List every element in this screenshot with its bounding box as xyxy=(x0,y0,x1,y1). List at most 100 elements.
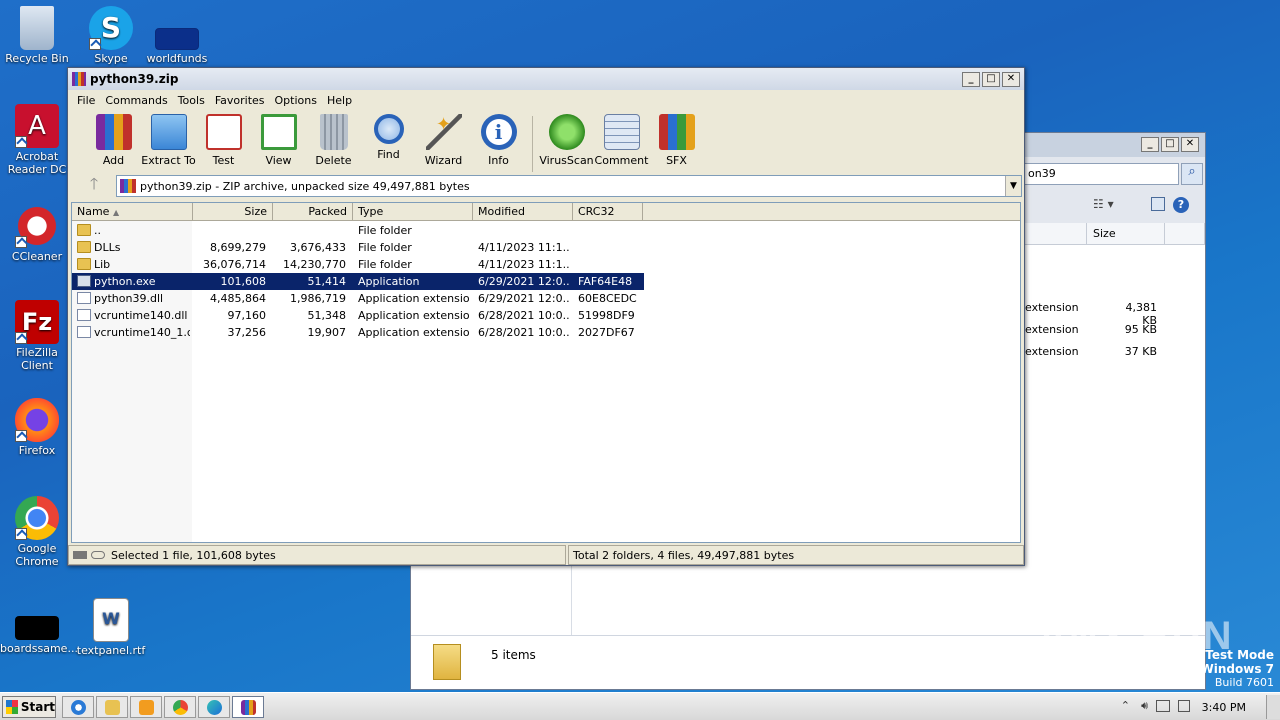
cell-name: python39.dll xyxy=(94,292,164,305)
table-row[interactable]: vcruntime140.dll 97,160 51,348 Application … xyxy=(72,307,644,324)
column-header-extra[interactable] xyxy=(1165,223,1205,245)
cell-size: 8,699,279 xyxy=(210,241,266,254)
menu-tools[interactable]: Tools xyxy=(173,94,210,107)
list-header: Name ▲ Size Packed Type Modified CRC32 xyxy=(72,203,1020,221)
folder-icon xyxy=(77,224,91,236)
close-button[interactable]: ✕ xyxy=(1002,71,1020,87)
delete-button[interactable]: Delete xyxy=(306,112,361,167)
desktop-icon-boardssame[interactable]: boardssame... xyxy=(0,598,78,655)
taskbar-ie[interactable] xyxy=(62,696,94,718)
menu-commands[interactable]: Commands xyxy=(100,94,172,107)
taskbar-winrar[interactable] xyxy=(232,696,264,718)
add-button[interactable]: Add xyxy=(86,112,141,167)
window-title: python39.zip xyxy=(90,72,179,86)
close-button[interactable]: ✕ xyxy=(1181,137,1199,152)
table-row[interactable]: Lib 36,076,714 14,230,770 File folder 4/11/2… xyxy=(72,256,644,273)
menu-options[interactable]: Options xyxy=(270,94,322,107)
sfx-button[interactable]: SFX xyxy=(649,112,704,167)
table-row[interactable]: vcruntime140_1.dll 37,256 19,907 Applicatio… xyxy=(72,324,644,341)
menu-file[interactable]: File xyxy=(72,94,100,107)
desktop-icon-worldfunds[interactable]: worldfunds xyxy=(140,6,214,65)
file-list[interactable]: Name ▲ Size Packed Type Modified CRC32 .… xyxy=(71,202,1021,543)
desktop-icon-chrome[interactable]: Google Chrome xyxy=(0,496,74,568)
column-header-packed[interactable]: Packed xyxy=(273,203,353,221)
recycle-bin-icon xyxy=(20,6,54,50)
cell-name: vcruntime140_1.dll xyxy=(94,326,190,339)
key-icon xyxy=(91,551,105,559)
taskbar-edge[interactable] xyxy=(198,696,230,718)
maximize-button[interactable]: □ xyxy=(1161,137,1179,152)
folder-icon xyxy=(105,700,120,715)
cell-modified: 6/28/2021 10:0... xyxy=(478,309,570,322)
table-row[interactable]: python39.dll 4,485,864 1,986,719 Applicatio… xyxy=(72,290,644,307)
winrar-window[interactable]: python39.zip _ □ ✕ File Commands Tools F… xyxy=(67,67,1025,566)
column-header-name[interactable]: Name ▲ xyxy=(72,203,193,221)
sort-asc-icon: ▲ xyxy=(112,208,120,217)
folder-icon xyxy=(77,258,91,270)
desktop-icon-ccleaner[interactable]: CCleaner xyxy=(0,204,74,263)
drive-icon xyxy=(73,551,87,559)
virusscan-button[interactable]: VirusScan xyxy=(539,112,594,167)
menu-favorites[interactable]: Favorites xyxy=(210,94,270,107)
cell-modified: 4/11/2023 11:1... xyxy=(478,241,570,254)
column-header-modified[interactable]: Modified xyxy=(473,203,573,221)
test-button[interactable]: Test xyxy=(196,112,251,167)
desktop-icon-acrobat[interactable]: A Acrobat Reader DC xyxy=(0,104,74,176)
tray-expand-icon[interactable]: ⌃ xyxy=(1121,699,1130,712)
taskbar-media[interactable] xyxy=(130,696,162,718)
taskbar: Start ⌃ 🔊︎ 3:40 PM xyxy=(0,692,1280,720)
search-icon[interactable]: ⌕ xyxy=(1181,163,1203,185)
cell-type: Application xyxy=(358,275,420,288)
taskbar-chrome[interactable] xyxy=(164,696,196,718)
internet-explorer-icon xyxy=(71,700,86,715)
winrar-titlebar[interactable]: python39.zip _ □ ✕ xyxy=(68,68,1024,90)
table-row[interactable]: DLLs 8,699,279 3,676,433 File folder 4/11/20… xyxy=(72,239,644,256)
wizard-button[interactable]: ✦ Wizard xyxy=(416,112,471,167)
chevron-down-icon[interactable]: ▼ xyxy=(1005,176,1021,196)
cell-name: DLLs xyxy=(94,241,121,254)
cell-type: File folder xyxy=(358,258,412,271)
column-header-size[interactable]: Size xyxy=(193,203,273,221)
desktop-icon-textpanel[interactable]: W textpanel.rtf xyxy=(74,598,148,657)
column-header-type[interactable]: Type xyxy=(353,203,473,221)
minimize-button[interactable]: _ xyxy=(1141,137,1159,152)
view-button[interactable]: View xyxy=(251,112,306,167)
column-header-type[interactable] xyxy=(1023,223,1087,245)
taskbar-explorer[interactable] xyxy=(96,696,128,718)
action-center-icon[interactable] xyxy=(1178,700,1190,712)
desktop-icon-skype[interactable]: S Skype xyxy=(74,6,148,65)
volume-icon[interactable]: 🔊︎ xyxy=(1141,699,1148,713)
clock[interactable]: 3:40 PM xyxy=(1202,701,1246,714)
media-player-icon xyxy=(139,700,154,715)
info-button[interactable]: i Info xyxy=(471,112,526,167)
view-options-icon[interactable]: ☷ ▾ xyxy=(1093,197,1114,211)
menu-help[interactable]: Help xyxy=(322,94,357,107)
maximize-button[interactable]: □ xyxy=(982,71,1000,87)
column-header-crc32[interactable]: CRC32 xyxy=(573,203,643,221)
desktop-icon-firefox[interactable]: Firefox xyxy=(0,398,74,457)
cell-packed: 14,230,770 xyxy=(283,258,346,271)
table-row[interactable]: .. File folder xyxy=(72,222,644,239)
help-icon[interactable]: ? xyxy=(1173,197,1189,213)
minimize-button[interactable]: _ xyxy=(962,71,980,87)
cell-modified: 4/11/2023 11:1... xyxy=(478,258,570,271)
cell-name: .. xyxy=(94,224,101,237)
preview-pane-icon[interactable] xyxy=(1151,197,1165,211)
up-arrow-icon[interactable]: 🡑 xyxy=(72,173,116,200)
column-header-size[interactable]: Size xyxy=(1087,223,1165,245)
zip-icon xyxy=(120,179,136,193)
desktop-icon-filezilla[interactable]: Fz FileZilla Client xyxy=(0,300,74,372)
search-input[interactable]: on39 xyxy=(1023,163,1179,185)
extract-to-button[interactable]: Extract To xyxy=(141,112,196,167)
trash-icon xyxy=(319,114,348,150)
table-row[interactable]: python.exe 101,608 51,414 Application 6/29/2… xyxy=(72,273,644,290)
show-desktop-button[interactable] xyxy=(1266,695,1280,719)
desktop-icon-recycle-bin[interactable]: Recycle Bin xyxy=(0,6,74,65)
comment-button[interactable]: Comment xyxy=(594,112,649,167)
cell-packed: 19,907 xyxy=(307,326,347,339)
cell-name: vcruntime140.dll xyxy=(94,309,188,322)
address-field[interactable]: python39.zip - ZIP archive, unpacked siz… xyxy=(116,175,1022,197)
start-button[interactable]: Start xyxy=(2,696,56,718)
find-button[interactable]: Find xyxy=(361,112,416,161)
network-icon[interactable] xyxy=(1156,700,1170,712)
